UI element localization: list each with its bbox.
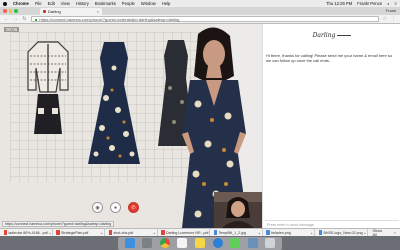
image-file-icon — [213, 230, 217, 235]
minimize-window-button[interactable] — [8, 9, 12, 13]
video-call-area: 00:06 ◉ ● ✆ https://connect.hamrica.com/… — [0, 24, 262, 228]
end-call-button[interactable]: ✆ — [128, 202, 139, 213]
photos-icon[interactable] — [177, 238, 188, 249]
chevron-up-icon[interactable]: ▴ — [153, 231, 155, 235]
menu-bookmarks[interactable]: Bookmarks — [95, 1, 116, 6]
download-filename: ladbroke 80%-4186...pdf — [8, 230, 48, 235]
brand-logo: Darling — [263, 32, 400, 39]
pdf-file-icon — [3, 230, 7, 235]
favicon-icon — [43, 10, 46, 13]
finder-icon[interactable] — [124, 238, 135, 249]
image-file-icon — [266, 230, 270, 235]
trash-icon[interactable] — [265, 238, 276, 249]
tweed-jacket-image — [27, 41, 69, 134]
notes-icon[interactable] — [194, 238, 205, 249]
download-filename: BHSE-logo_New-02.png — [323, 230, 363, 235]
lock-icon: ■ — [35, 16, 38, 22]
forward-button[interactable]: → — [13, 16, 18, 22]
self-view-video[interactable] — [214, 192, 262, 228]
preview-icon[interactable] — [247, 238, 258, 249]
tab-title: Darling — [48, 9, 61, 14]
call-controls: ◉ ● ✆ — [92, 202, 139, 213]
download-item[interactable]: Darling Luxemore NR...pdf▴ — [160, 229, 210, 236]
menubar-user[interactable]: Frank! Pence — [357, 1, 382, 6]
macos-menubar: Chrome File Edit View History Bookmarks … — [0, 0, 400, 7]
menu-view[interactable]: View — [61, 1, 70, 6]
macos-dock-area — [0, 236, 400, 250]
call-timer: 00:06 — [4, 27, 20, 32]
zoom-window-button[interactable] — [14, 9, 18, 13]
messages-icon[interactable] — [230, 238, 241, 249]
chrome-menu-icon[interactable]: ⋮ — [391, 16, 396, 22]
browser-toolbar: ← → ↻ ■ https://connect.hamrica.com/phon… — [0, 15, 400, 24]
download-item[interactable]: TempBill_1_2.jpg ▴ — [212, 229, 263, 236]
tab-darling[interactable]: Darling × — [40, 8, 102, 15]
close-window-button[interactable] — [3, 9, 7, 13]
menu-help[interactable]: Help — [162, 1, 171, 6]
menu-list-icon[interactable]: ≡ — [395, 1, 397, 6]
chevron-up-icon[interactable]: ▴ — [49, 231, 51, 235]
menu-file[interactable]: File — [35, 1, 42, 6]
menu-window[interactable]: Window — [141, 1, 156, 6]
apple-icon[interactable] — [3, 1, 7, 6]
pdf-file-icon — [56, 230, 60, 235]
menubar-clock[interactable]: Thu 12:26 PM — [326, 1, 352, 6]
chevron-up-icon[interactable]: ▴ — [364, 231, 366, 235]
chat-input[interactable] — [265, 220, 399, 227]
menu-history[interactable]: History — [76, 1, 89, 6]
camera-toggle-button[interactable]: ◉ — [92, 202, 103, 213]
chevron-up-icon[interactable]: ▴ — [258, 231, 260, 235]
mic-toggle-button[interactable]: ● — [110, 202, 121, 213]
back-button[interactable]: ← — [4, 16, 9, 22]
safari-icon[interactable] — [212, 238, 223, 249]
launchpad-icon[interactable] — [142, 238, 153, 249]
pdf-file-icon — [108, 230, 112, 235]
download-filename: StrategicPlan.pdf — [61, 230, 89, 235]
floral-dress-image — [88, 42, 140, 164]
close-tab-icon[interactable]: × — [97, 9, 99, 14]
page-content: 00:06 ◉ ● ✆ https://connect.hamrica.com/… — [0, 24, 400, 228]
search-icon[interactable]: ⌕ — [387, 1, 389, 6]
microphone-icon: ● — [113, 204, 118, 211]
bookmark-star-icon[interactable]: ☆ — [383, 16, 387, 22]
logo-divider — [337, 35, 352, 36]
tab-strip: Darling × Frank — [0, 7, 400, 15]
download-item[interactable]: shot-ohs.pdf ▴ — [107, 229, 158, 236]
download-filename: shot-ohs.pdf — [113, 230, 134, 235]
phone-hangup-icon: ✆ — [131, 204, 136, 211]
brand-logo-text: Darling — [312, 32, 336, 39]
menu-edit[interactable]: Edit — [48, 1, 55, 6]
link-status-bar: https://connect.hamrica.com/phone/?guest… — [2, 221, 115, 227]
reload-button[interactable]: ↻ — [22, 16, 27, 22]
dock — [118, 237, 282, 250]
download-item[interactable]: BHSE-logo_New-02.png ▴ — [317, 229, 368, 236]
close-shelf-icon[interactable]: × — [392, 230, 398, 235]
download-filename: heladen.png — [271, 230, 291, 235]
image-file-icon — [318, 230, 322, 235]
menu-people[interactable]: People — [122, 1, 135, 6]
download-item[interactable]: StrategicPlan.pdf ▴ — [55, 229, 105, 236]
menu-app-name[interactable]: Chrome — [13, 1, 29, 6]
chat-message: Hi there, thanks for calling! Please sen… — [266, 53, 393, 64]
window-controls — [3, 9, 18, 13]
camera-icon: ◉ — [95, 204, 100, 211]
address-url: https://connect.hamrica.com/phone/?guest… — [39, 16, 180, 22]
address-bar[interactable]: ■ https://connect.hamrica.com/phone/?gue… — [31, 15, 379, 23]
download-item[interactable]: heladen.png ▴ — [265, 229, 315, 236]
download-filename: Darling Luxemore NR...pdf — [166, 230, 209, 235]
downloads-shelf: ladbroke 80%-4186...pdf ▴ StrategicPlan.p… — [0, 228, 400, 237]
profile-button[interactable]: Frank — [386, 8, 396, 13]
pdf-file-icon — [161, 230, 165, 235]
download-filename: TempBill_1_2.jpg — [218, 230, 246, 235]
chevron-up-icon[interactable]: ▴ — [101, 231, 103, 235]
chat-panel: Darling Hi there, thanks for calling! Pl… — [262, 24, 400, 228]
download-item[interactable]: ladbroke 80%-4186...pdf ▴ — [2, 229, 53, 236]
chrome-icon[interactable] — [159, 238, 170, 249]
chevron-up-icon[interactable]: ▴ — [311, 231, 313, 235]
